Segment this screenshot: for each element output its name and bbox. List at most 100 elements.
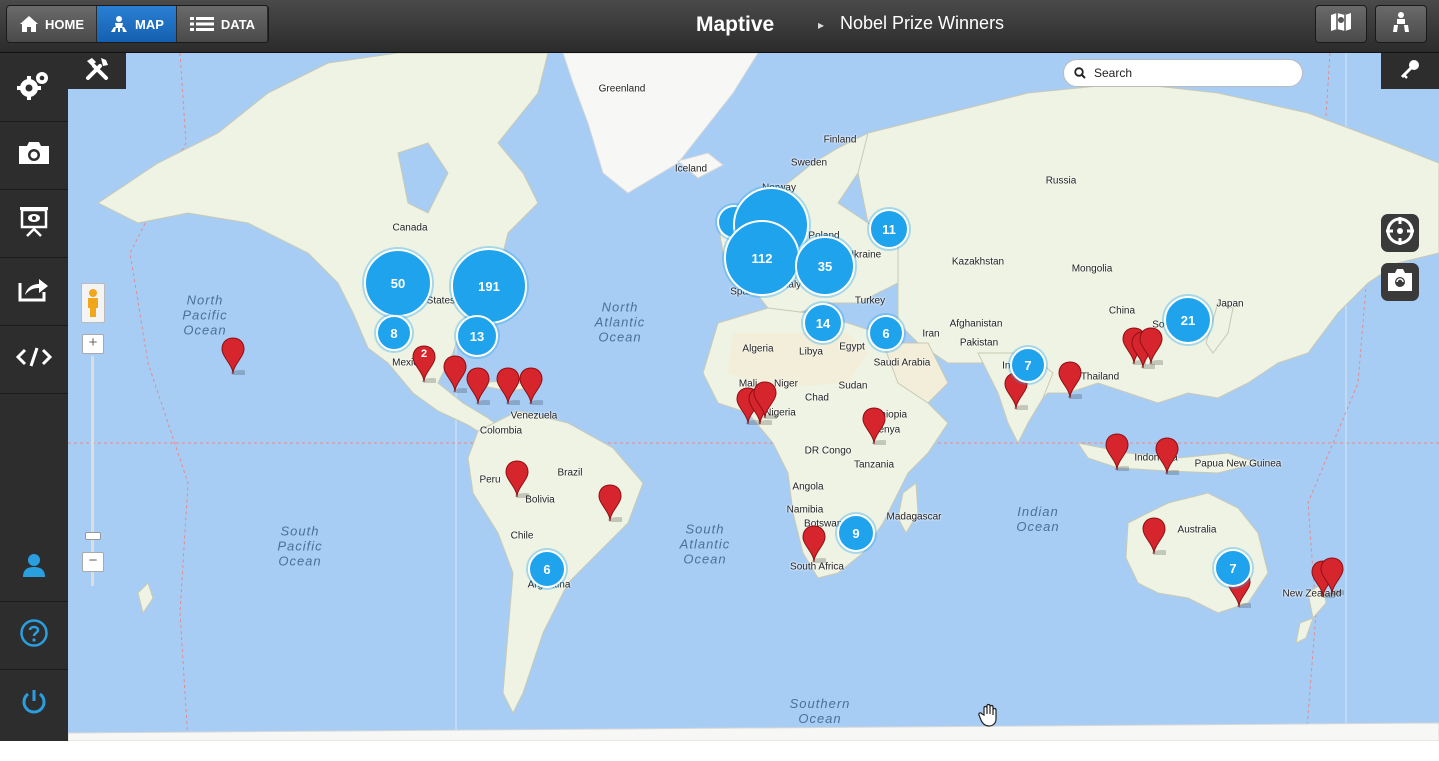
numbered-pin[interactable]: 2 <box>412 345 442 384</box>
marker-cluster[interactable]: 35 <box>795 236 855 296</box>
location-pin[interactable] <box>1105 433 1135 472</box>
zoom-handle[interactable] <box>85 532 101 540</box>
my-location-button[interactable] <box>1381 214 1419 252</box>
marker-cluster[interactable]: 21 <box>1164 296 1212 344</box>
presentation-icon <box>18 205 50 242</box>
place-label: Papua New Guinea <box>1194 458 1282 470</box>
app-title: Maptive <box>696 13 775 36</box>
zoom-in-button[interactable]: + <box>82 334 104 354</box>
tools-icon <box>84 56 110 87</box>
map-key-button[interactable] <box>1381 53 1439 89</box>
marker-cluster[interactable]: 11 <box>869 209 909 249</box>
place-label: Egypt <box>839 341 865 353</box>
top-bar: HOME MAP DATA Maptive ▸ Nobel Prize Winn… <box>0 0 1439 53</box>
place-label: Chad <box>805 392 829 404</box>
location-pin[interactable] <box>1142 517 1172 556</box>
map-person-icon <box>109 15 129 33</box>
place-label: China <box>1108 305 1136 317</box>
marker-cluster[interactable]: 191 <box>451 248 527 324</box>
sidebar-item-embed[interactable] <box>0 325 68 394</box>
map-legend-button[interactable] <box>1315 5 1367 43</box>
sidebar-item-screenshot[interactable] <box>0 121 68 190</box>
sidebar-item-help[interactable] <box>0 601 68 670</box>
zoom-out-button[interactable]: − <box>82 552 104 572</box>
camera-icon <box>17 140 51 171</box>
map-canvas[interactable]: GreenlandIcelandFinlandSwedenNorwayRussi… <box>68 53 1439 741</box>
home-tab[interactable]: HOME <box>7 6 97 42</box>
search-icon <box>1074 67 1086 79</box>
home-icon <box>19 15 39 33</box>
marker-cluster[interactable]: 6 <box>528 550 566 588</box>
snapshot-button[interactable] <box>1381 263 1419 301</box>
location-pin[interactable] <box>466 367 496 406</box>
sidebar <box>0 53 68 741</box>
place-label: Tanzania <box>853 459 895 471</box>
marker-cluster[interactable]: 112 <box>724 220 800 296</box>
place-label: Iran <box>922 328 940 340</box>
marker-cluster[interactable]: 14 <box>803 303 843 343</box>
sidebar-item-settings[interactable] <box>0 53 68 122</box>
pegman-icon <box>82 289 104 326</box>
location-pin[interactable] <box>1320 557 1350 596</box>
sidebar-item-logout[interactable] <box>0 669 68 737</box>
marker-cluster[interactable]: 9 <box>837 514 875 552</box>
my-location-icon <box>1385 216 1415 251</box>
place-label: Venezuela <box>510 410 558 422</box>
map-tab[interactable]: MAP <box>97 6 177 42</box>
sidebar-item-presentation[interactable] <box>0 189 68 258</box>
place-label: Libya <box>799 346 823 358</box>
location-pin[interactable] <box>505 460 535 499</box>
snapshot-icon <box>1385 265 1415 300</box>
sidebar-item-account[interactable] <box>0 533 68 602</box>
search-input[interactable] <box>1092 65 1296 81</box>
location-pin[interactable] <box>1139 327 1169 366</box>
map-title: Nobel Prize Winners <box>840 13 1005 33</box>
place-label: Sweden <box>790 157 828 169</box>
location-pin[interactable] <box>1155 437 1185 476</box>
street-view-pegman[interactable] <box>81 283 105 323</box>
numbered-pin-label: 2 <box>420 348 428 360</box>
location-pin[interactable] <box>598 484 628 523</box>
main-nav: HOME MAP DATA <box>6 5 270 43</box>
place-label: Australia <box>1177 524 1217 536</box>
place-label: Algeria <box>742 343 774 355</box>
sidebar-item-export[interactable] <box>0 257 68 326</box>
location-pin[interactable] <box>221 337 251 376</box>
location-pin[interactable] <box>862 407 892 446</box>
location-pin[interactable] <box>496 367 526 406</box>
location-pin[interactable] <box>443 355 473 394</box>
marker-cluster[interactable]: 7 <box>1010 347 1046 383</box>
marker-cluster[interactable]: 6 <box>868 315 904 351</box>
place-label: Afghanistan <box>949 318 1003 330</box>
map-search-box[interactable] <box>1063 59 1303 87</box>
list-icon <box>189 16 215 32</box>
place-label: Russia <box>1045 175 1077 187</box>
share-map-button[interactable] <box>1375 5 1427 43</box>
location-pin[interactable] <box>519 367 549 406</box>
place-label: Bolivia <box>525 494 555 506</box>
ocean-label: South Pacific Ocean <box>277 523 323 569</box>
place-label: Colombia <box>479 425 523 437</box>
location-pin[interactable] <box>802 525 832 564</box>
power-icon <box>20 687 48 720</box>
location-pin[interactable] <box>1058 361 1088 400</box>
marker-cluster[interactable]: 8 <box>376 315 412 351</box>
marker-cluster[interactable]: 13 <box>456 315 498 357</box>
place-label: Chile <box>510 530 534 542</box>
place-label: Canada <box>392 222 428 234</box>
place-label: Niger <box>774 378 798 390</box>
marker-cluster[interactable]: 50 <box>364 249 432 317</box>
place-label: Iceland <box>674 163 708 175</box>
place-label: Greenland <box>598 83 646 95</box>
share-map-icon <box>1390 11 1412 38</box>
map-tools-button[interactable] <box>68 53 126 89</box>
gears-icon <box>16 69 52 106</box>
location-pin[interactable] <box>753 381 783 420</box>
place-label: Mongolia <box>1071 263 1113 275</box>
code-icon <box>15 346 53 373</box>
marker-cluster[interactable]: 7 <box>1214 549 1252 587</box>
place-label: DR Congo <box>804 445 852 457</box>
place-label: Peru <box>479 474 501 486</box>
zoom-control: + − <box>82 334 104 624</box>
data-tab[interactable]: DATA <box>176 6 269 42</box>
